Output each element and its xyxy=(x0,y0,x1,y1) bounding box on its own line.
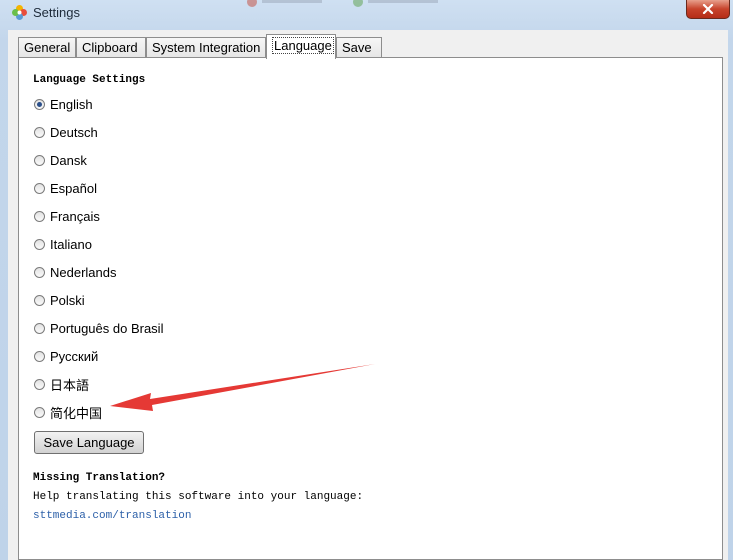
client-area: General Clipboard System Integration Lan… xyxy=(8,30,728,560)
language-settings-heading: Language Settings xyxy=(33,74,146,86)
radio-label: Português do Brasil xyxy=(50,320,164,336)
tab-label: System Integration xyxy=(152,40,261,55)
radio-label: Français xyxy=(50,208,100,224)
radio-label: English xyxy=(50,96,93,112)
tab-label: General xyxy=(24,40,71,55)
tab-language[interactable]: Language xyxy=(266,34,336,59)
translation-link[interactable]: sttmedia.com/translation xyxy=(33,510,191,522)
radio-label: Dansk xyxy=(50,152,87,168)
radio-button-selected[interactable] xyxy=(34,98,45,110)
missing-translation-heading: Missing Translation? xyxy=(33,472,166,484)
help-translating-text: Help translating this software into your… xyxy=(33,491,364,503)
radio-button[interactable] xyxy=(34,210,45,222)
radio-dansk[interactable]: Dansk xyxy=(34,151,87,169)
radio-label: 简化中国 xyxy=(50,405,103,421)
radio-russian[interactable]: Русский xyxy=(34,347,98,365)
radio-japanese[interactable]: 日本語 xyxy=(34,375,89,393)
tab-clipboard[interactable]: Clipboard xyxy=(76,37,146,58)
radio-portugues-brasil[interactable]: Português do Brasil xyxy=(34,319,163,337)
radio-button[interactable] xyxy=(34,154,45,166)
radio-button[interactable] xyxy=(34,238,45,250)
radio-english[interactable]: English xyxy=(34,95,93,113)
tab-label: Language xyxy=(272,37,334,54)
language-panel: Language Settings English Deutsch Dansk … xyxy=(18,57,723,560)
radio-label: 日本語 xyxy=(50,377,90,393)
close-button[interactable] xyxy=(686,0,730,19)
settings-window: Settings General Clipboard System Integr… xyxy=(0,0,733,560)
radio-button[interactable] xyxy=(34,182,45,194)
radio-button[interactable] xyxy=(34,350,45,362)
save-language-button[interactable]: Save Language xyxy=(34,431,144,454)
radio-button[interactable] xyxy=(34,126,45,138)
close-icon xyxy=(702,4,714,14)
radio-francais[interactable]: Français xyxy=(34,207,100,225)
radio-button[interactable] xyxy=(34,322,45,334)
window-title: Settings xyxy=(33,5,80,20)
radio-label: Русский xyxy=(50,348,99,364)
radio-espanol[interactable]: Español xyxy=(34,179,97,197)
radio-label: Español xyxy=(50,180,97,196)
radio-button[interactable] xyxy=(34,294,45,306)
app-flower-icon xyxy=(11,4,28,21)
radio-simplified-chinese[interactable]: 简化中国 xyxy=(34,403,102,421)
radio-label: Italiano xyxy=(50,236,92,252)
tab-general[interactable]: General xyxy=(18,37,76,58)
radio-italiano[interactable]: Italiano xyxy=(34,235,92,253)
tab-system-integration[interactable]: System Integration xyxy=(146,37,266,58)
background-window-edge xyxy=(247,0,438,7)
tab-label: Save xyxy=(342,40,372,55)
radio-label: Polski xyxy=(50,292,85,308)
radio-button[interactable] xyxy=(34,406,45,418)
title-bar[interactable]: Settings xyxy=(0,0,733,26)
radio-nederlands[interactable]: Nederlands xyxy=(34,263,117,281)
radio-polski[interactable]: Polski xyxy=(34,291,85,309)
tab-save[interactable]: Save xyxy=(336,37,382,58)
radio-label: Deutsch xyxy=(50,124,98,140)
radio-button[interactable] xyxy=(34,266,45,278)
radio-label: Nederlands xyxy=(50,264,117,280)
radio-deutsch[interactable]: Deutsch xyxy=(34,123,98,141)
radio-button[interactable] xyxy=(34,378,45,390)
tab-label: Clipboard xyxy=(82,40,138,55)
